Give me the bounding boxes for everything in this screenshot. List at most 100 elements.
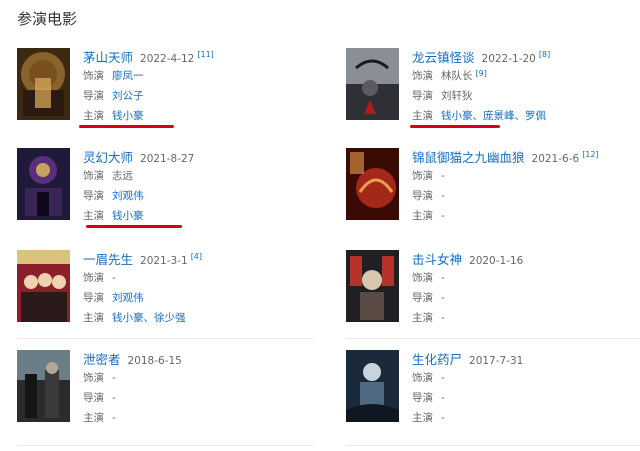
poster-image (346, 350, 399, 422)
movie-card: 茅山天师 2022-4-12 [11] 饰演 廖凤一 导演 刘公子 主演 钱小豪 (17, 48, 317, 128)
divider (17, 445, 313, 446)
movie-title[interactable]: 锦鼠御猫之九幽血狼 (412, 150, 525, 165)
role-value: - (441, 272, 445, 284)
director-label: 导演 (83, 392, 104, 404)
movie-poster[interactable] (17, 48, 70, 120)
movie-card: 龙云镇怪谈 2022-1-20 [8] 饰演 林队长 [9] 导演 刘轩狄 主演 钱小豪、庞… (346, 48, 640, 128)
movie-card: 泄密者 2018-6-15 饰演 - 导演 - 主演 - (17, 350, 317, 430)
cast-value: - (441, 412, 445, 424)
citation-link[interactable]: [9] (476, 69, 487, 78)
role-label: 饰演 (83, 272, 104, 284)
movie-poster[interactable] (17, 250, 70, 322)
role-label: 饰演 (412, 70, 433, 82)
movie-poster[interactable] (17, 350, 70, 422)
movie-title[interactable]: 龙云镇怪谈 (412, 50, 475, 65)
director-value[interactable]: 刘观伟 (112, 292, 144, 304)
role-value: 志远 (112, 170, 133, 182)
poster-image (17, 48, 70, 120)
movie-date: 2018-6-15 (127, 355, 182, 367)
citation-link[interactable]: [4] (191, 252, 202, 261)
director-value: 刘轩狄 (441, 90, 473, 102)
director-label: 导演 (83, 90, 104, 102)
movie-card: 一眉先生 2021-3-1 [4] 饰演 - 导演 刘观伟 主演 钱小豪、徐少强 (17, 250, 317, 330)
cast-label: 主演 (412, 110, 433, 122)
cast-label: 主演 (412, 312, 433, 324)
section-title: 参演电影 (17, 10, 78, 28)
director-value: - (441, 292, 445, 304)
cast-value[interactable]: 钱小豪、庞景峰、罗佩 (441, 110, 546, 122)
red-underline (86, 225, 182, 228)
citation-link[interactable]: [8] (539, 50, 550, 59)
director-value: - (112, 392, 116, 404)
divider (346, 338, 640, 339)
cast-value[interactable]: 钱小豪、徐少强 (112, 312, 186, 324)
role-label: 饰演 (412, 372, 433, 384)
citation-link[interactable]: [11] (197, 50, 213, 59)
movie-poster[interactable] (346, 148, 399, 220)
cast-value: - (441, 210, 445, 222)
movie-card: 生化药尸 2017-7-31 饰演 - 导演 - 主演 - (346, 350, 640, 430)
cast-label: 主演 (83, 210, 104, 222)
movie-title[interactable]: 击斗女神 (412, 252, 462, 267)
role-value: - (441, 372, 445, 384)
cast-label: 主演 (83, 312, 104, 324)
director-label: 导演 (412, 392, 433, 404)
movie-date: 2021-3-1 (140, 255, 188, 267)
role-label: 饰演 (83, 170, 104, 182)
poster-image (17, 350, 70, 422)
movie-date: 2022-4-12 (140, 53, 195, 65)
cast-label: 主演 (83, 412, 104, 424)
movie-date: 2022-1-20 (481, 53, 536, 65)
director-label: 导演 (83, 292, 104, 304)
poster-image (17, 250, 70, 322)
movie-poster[interactable] (346, 48, 399, 120)
director-value[interactable]: 刘观伟 (112, 190, 144, 202)
red-underline (410, 125, 500, 128)
poster-image (346, 250, 399, 322)
director-value[interactable]: 刘公子 (112, 90, 144, 102)
movie-title[interactable]: 生化药尸 (412, 352, 462, 367)
movie-date: 2020-1-16 (469, 255, 524, 267)
cast-value[interactable]: 钱小豪 (112, 110, 144, 122)
director-value: - (441, 392, 445, 404)
movie-poster[interactable] (17, 148, 70, 220)
poster-image (346, 148, 399, 220)
cast-value[interactable]: 钱小豪 (112, 210, 144, 222)
role-value: - (112, 372, 116, 384)
role-label: 饰演 (83, 70, 104, 82)
movie-card: 锦鼠御猫之九幽血狼 2021-6-6 [12] 饰演 - 导演 - 主演 - (346, 148, 640, 228)
role-label: 饰演 (83, 372, 104, 384)
movie-date: 2017-7-31 (469, 355, 524, 367)
cast-value: - (441, 312, 445, 324)
movie-title[interactable]: 一眉先生 (83, 252, 133, 267)
role-value: - (441, 170, 445, 182)
movie-title[interactable]: 灵幻大师 (83, 150, 133, 165)
movie-title[interactable]: 茅山天师 (83, 50, 133, 65)
director-label: 导演 (412, 90, 433, 102)
divider (17, 338, 313, 339)
movie-card: 击斗女神 2020-1-16 饰演 - 导演 - 主演 - (346, 250, 640, 330)
movie-title[interactable]: 泄密者 (83, 352, 121, 367)
movie-date: 2021-6-6 (531, 153, 580, 165)
director-label: 导演 (412, 190, 433, 202)
cast-label: 主演 (83, 110, 104, 122)
poster-image (346, 48, 399, 120)
movie-poster[interactable] (346, 250, 399, 322)
cast-label: 主演 (412, 412, 433, 424)
role-value: 林队长 (441, 70, 473, 82)
director-label: 导演 (412, 292, 433, 304)
role-label: 饰演 (412, 272, 433, 284)
citation-link[interactable]: [12] (582, 150, 598, 159)
movie-date: 2021-8-27 (140, 153, 195, 165)
red-underline (79, 125, 174, 128)
director-value: - (441, 190, 445, 202)
role-value: - (112, 272, 116, 284)
divider (346, 445, 640, 446)
role-value[interactable]: 廖凤一 (112, 70, 144, 82)
role-label: 饰演 (412, 170, 433, 182)
movie-poster[interactable] (346, 350, 399, 422)
poster-image (17, 148, 70, 220)
movie-card: 灵幻大师 2021-8-27 饰演 志远 导演 刘观伟 主演 钱小豪 (17, 148, 317, 228)
director-label: 导演 (83, 190, 104, 202)
cast-label: 主演 (412, 210, 433, 222)
